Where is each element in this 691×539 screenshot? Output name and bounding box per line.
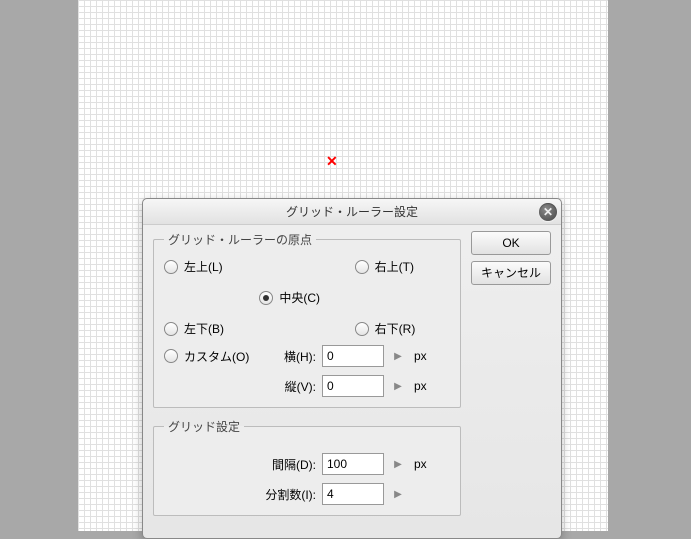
radio-bottom-right[interactable]: 右下(R)	[355, 320, 450, 337]
vertical-row: 縦(V): ▶ px	[164, 375, 450, 397]
origin-marker: ✕	[326, 153, 338, 170]
divisions-input[interactable]	[322, 483, 384, 505]
radio-icon	[164, 322, 178, 336]
dialog-titlebar[interactable]: グリッド・ルーラー設定 ✕	[143, 199, 561, 225]
radio-label: 左上(L)	[184, 258, 223, 275]
origin-radio-grid: 左上(L) 右上(T) 中央(C)	[164, 258, 450, 337]
radio-label: 右下(R)	[375, 320, 416, 337]
radio-custom[interactable]: カスタム(O)	[164, 348, 284, 365]
spinner-icon[interactable]: ▶	[390, 381, 406, 392]
radio-icon	[164, 260, 178, 274]
button-column: OK キャンセル	[461, 231, 551, 526]
close-button[interactable]: ✕	[539, 203, 557, 221]
interval-row: 間隔(D): ▶ px	[164, 453, 450, 475]
horizontal-unit: px	[414, 349, 434, 363]
radio-top-right[interactable]: 右上(T)	[355, 258, 450, 275]
interval-label: 間隔(D):	[164, 456, 322, 473]
custom-row: カスタム(O) 横(H): ▶ px	[164, 345, 450, 367]
origin-fieldset: グリッド・ルーラーの原点 左上(L) 右上(T)	[153, 231, 461, 408]
dialog-title: グリッド・ルーラー設定	[286, 203, 418, 220]
radio-label: カスタム(O)	[184, 348, 249, 365]
spinner-icon[interactable]: ▶	[390, 459, 406, 470]
grid-ruler-settings-dialog: グリッド・ルーラー設定 ✕ グリッド・ルーラーの原点 左上(L) 右上(T)	[142, 198, 562, 539]
vertical-input[interactable]	[322, 375, 384, 397]
horizontal-label: 横(H):	[284, 348, 322, 365]
vertical-label: 縦(V):	[284, 378, 322, 395]
interval-input[interactable]	[322, 453, 384, 475]
radio-icon	[355, 260, 369, 274]
horizontal-input[interactable]	[322, 345, 384, 367]
origin-legend: グリッド・ルーラーの原点	[164, 231, 316, 248]
vertical-unit: px	[414, 379, 434, 393]
cancel-button[interactable]: キャンセル	[471, 261, 551, 285]
spinner-icon[interactable]: ▶	[390, 351, 406, 362]
interval-unit: px	[414, 457, 434, 471]
grid-fieldset: グリッド設定 間隔(D): ▶ px 分割数(I): ▶	[153, 418, 461, 516]
radio-label: 左下(B)	[184, 320, 224, 337]
main-column: グリッド・ルーラーの原点 左上(L) 右上(T)	[153, 231, 461, 526]
radio-bottom-left[interactable]: 左下(B)	[164, 320, 259, 337]
ok-button[interactable]: OK	[471, 231, 551, 255]
divisions-label: 分割数(I):	[164, 486, 322, 503]
radio-icon	[164, 349, 178, 363]
radio-icon	[355, 322, 369, 336]
radio-dot-icon	[263, 295, 269, 301]
spinner-icon[interactable]: ▶	[390, 489, 406, 500]
close-icon: ✕	[543, 205, 553, 219]
radio-label: 右上(T)	[375, 258, 414, 275]
radio-label: 中央(C)	[279, 289, 320, 306]
grid-legend: グリッド設定	[164, 418, 244, 435]
divisions-row: 分割数(I): ▶	[164, 483, 450, 505]
radio-top-left[interactable]: 左上(L)	[164, 258, 259, 275]
radio-icon-checked	[259, 291, 273, 305]
dialog-body: グリッド・ルーラーの原点 左上(L) 右上(T)	[143, 225, 561, 538]
radio-center[interactable]: 中央(C)	[259, 289, 354, 306]
